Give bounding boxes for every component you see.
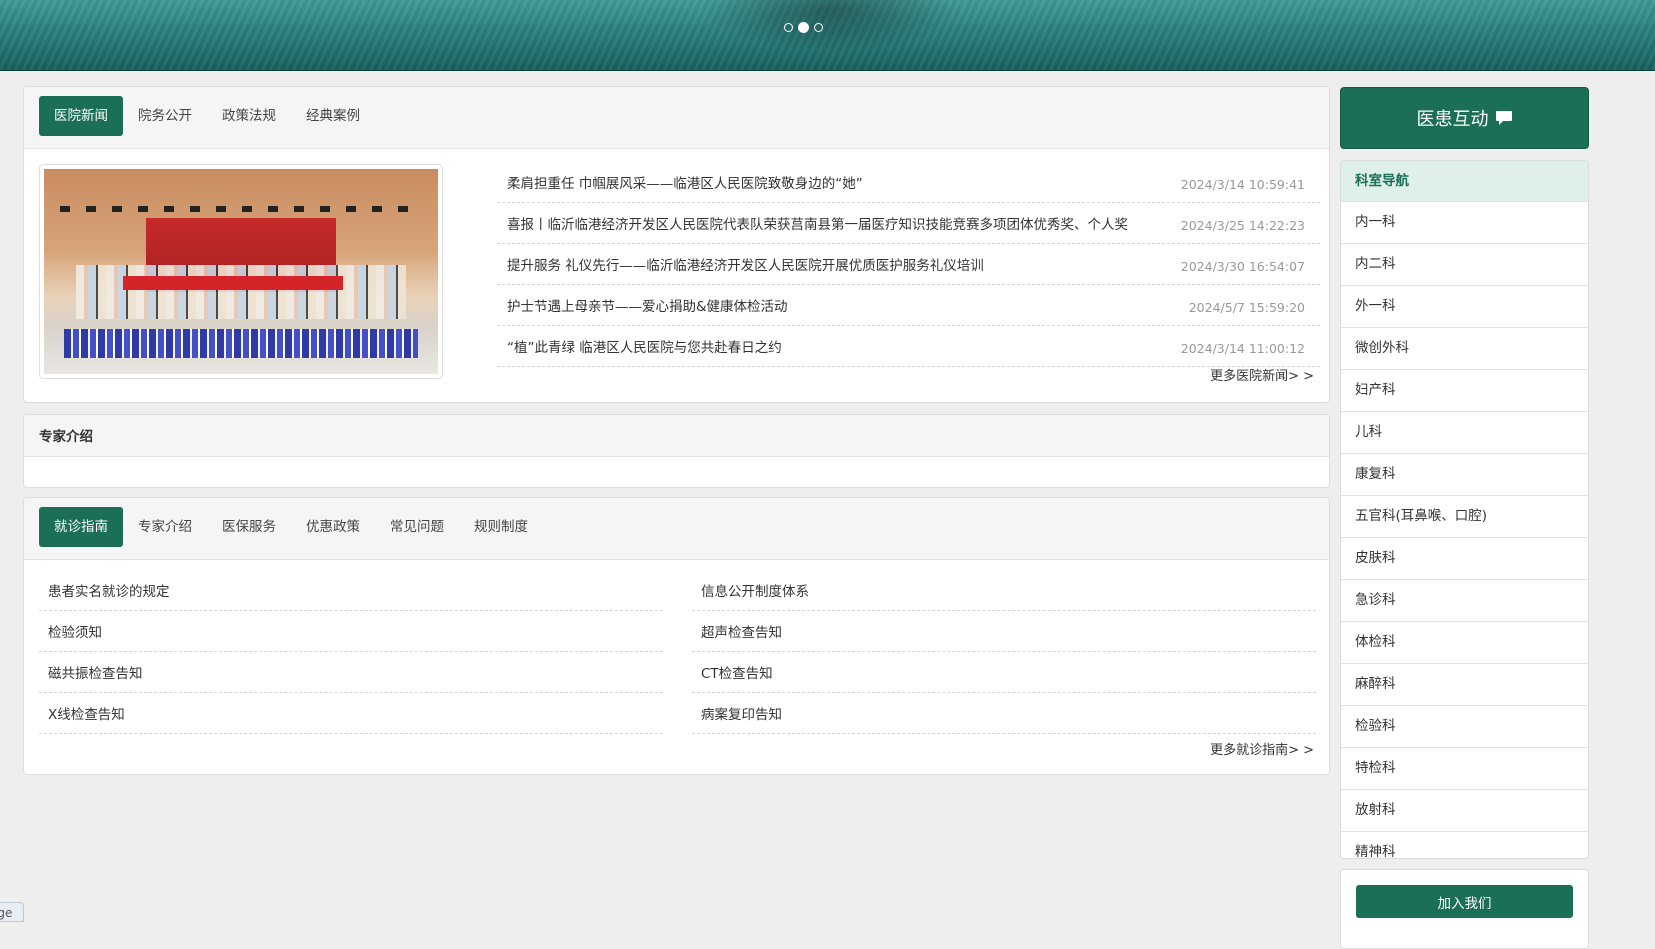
more-news-link[interactable]: 更多医院新闻> > [1210,365,1314,384]
join-us-box: 加入我们 [1340,869,1589,949]
news-tabs-bar: 医院新闻 院务公开 政策法规 经典案例 [24,87,1329,149]
tab-hospital-affairs[interactable]: 院务公开 [123,96,207,136]
news-title[interactable]: 柔肩担重任 巾帼展风采——临港区人民医院致敬身边的“她” [507,172,863,192]
news-title[interactable]: 提升服务 礼仪先行——临沂临港经济开发区人民医院开展优质医护服务礼仪培训 [507,254,984,274]
news-photo [44,169,438,374]
department-item[interactable]: 检验科 [1341,706,1588,748]
news-item[interactable]: 柔肩担重任 巾帼展风采——临港区人民医院致敬身边的“她” 2024/3/14 1… [497,162,1320,203]
department-item[interactable]: 儿科 [1341,412,1588,454]
patient-interaction-button[interactable]: 医患互动 [1340,87,1589,149]
department-item[interactable]: 急诊科 [1341,580,1588,622]
department-item[interactable]: 皮肤科 [1341,538,1588,580]
guide-item[interactable]: 检验须知 [39,611,663,652]
news-date: 2024/3/14 11:00:12 [1180,341,1305,356]
news-title[interactable]: 护士节遇上母亲节——爱心捐助&健康体检活动 [507,295,788,315]
news-item[interactable]: “植”此青绿 临港区人民医院与您共赴春日之约 2024/3/14 11:00:1… [497,326,1320,367]
tab-insurance-service[interactable]: 医保服务 [207,507,291,547]
carousel-dot-2[interactable] [798,22,809,33]
guide-list-right: 信息公开制度体系 超声检查告知 CT检查告知 病案复印告知 [692,570,1316,734]
news-date: 2024/3/30 16:54:07 [1180,259,1305,274]
guide-item[interactable]: 超声检查告知 [692,611,1316,652]
expert-panel: 专家介绍 [23,414,1330,488]
tab-faq[interactable]: 常见问题 [375,507,459,547]
tab-expert-intro[interactable]: 专家介绍 [123,507,207,547]
department-nav-title: 科室导航 [1341,161,1588,202]
news-list: 柔肩担重任 巾帼展风采——临港区人民医院致敬身边的“她” 2024/3/14 1… [497,162,1320,367]
guide-item[interactable]: 患者实名就诊的规定 [39,570,663,611]
guide-item[interactable]: 信息公开制度体系 [692,570,1316,611]
tab-visit-guide[interactable]: 就诊指南 [39,507,123,547]
news-date: 2024/3/25 14:22:23 [1180,218,1305,233]
tab-classic-cases[interactable]: 经典案例 [291,96,375,136]
expert-panel-header: 专家介绍 [24,415,1329,457]
news-item[interactable]: 提升服务 礼仪先行——临沂临港经济开发区人民医院开展优质医护服务礼仪培训 202… [497,244,1320,285]
department-item[interactable]: 康复科 [1341,454,1588,496]
carousel-indicators [784,22,823,33]
guide-item[interactable]: 磁共振检查告知 [39,652,663,693]
more-guide-link[interactable]: 更多就诊指南> > [1210,739,1314,758]
news-title[interactable]: 喜报丨临沂临港经济开发区人民医院代表队荣获莒南县第一届医疗知识技能竞赛多项团体优… [507,213,1128,233]
patient-interaction-label: 医患互动 [1416,109,1489,130]
news-date: 2024/3/14 10:59:41 [1180,177,1305,192]
department-item[interactable]: 精神科 [1341,832,1588,858]
guide-tabs-bar: 就诊指南 专家介绍 医保服务 优惠政策 常见问题 规则制度 [24,498,1329,560]
department-item[interactable]: 微创外科 [1341,328,1588,370]
page-corner-tab[interactable]: age [0,902,24,922]
join-us-button[interactable]: 加入我们 [1356,885,1573,918]
news-item[interactable]: 喜报丨临沂临港经济开发区人民医院代表队荣获莒南县第一届医疗知识技能竞赛多项团体优… [497,203,1320,244]
guide-list-left: 患者实名就诊的规定 检验须知 磁共振检查告知 X线检查告知 [39,570,663,734]
department-item[interactable]: 放射科 [1341,790,1588,832]
guide-panel: 就诊指南 专家介绍 医保服务 优惠政策 常见问题 规则制度 患者实名就诊的规定 … [23,497,1330,775]
guide-item[interactable]: X线检查告知 [39,693,663,734]
news-title[interactable]: “植”此青绿 临港区人民医院与您共赴春日之约 [507,336,782,356]
banner-carousel[interactable] [0,0,1655,71]
expert-panel-title: 专家介绍 [39,429,93,445]
department-item[interactable]: 体检科 [1341,622,1588,664]
tab-discount-policy[interactable]: 优惠政策 [291,507,375,547]
news-panel: 医院新闻 院务公开 政策法规 经典案例 柔肩担重任 巾帼展风采——临港区人民医院… [23,86,1330,403]
department-item[interactable]: 麻醉科 [1341,664,1588,706]
department-item[interactable]: 内一科 [1341,202,1588,244]
carousel-dot-1[interactable] [784,23,793,32]
news-feature-image[interactable] [39,164,443,379]
guide-item[interactable]: 病案复印告知 [692,693,1316,734]
department-item[interactable]: 外一科 [1341,286,1588,328]
department-item[interactable]: 五官科(耳鼻喉、口腔) [1341,496,1588,538]
carousel-dot-3[interactable] [814,23,823,32]
guide-item[interactable]: CT检查告知 [692,652,1316,693]
tab-policies[interactable]: 政策法规 [207,96,291,136]
tab-rules[interactable]: 规则制度 [459,507,543,547]
department-item[interactable]: 内二科 [1341,244,1588,286]
department-item[interactable]: 妇产科 [1341,370,1588,412]
news-date: 2024/5/7 15:59:20 [1188,300,1305,315]
news-item[interactable]: 护士节遇上母亲节——爱心捐助&健康体检活动 2024/5/7 15:59:20 [497,285,1320,326]
tab-hospital-news[interactable]: 医院新闻 [39,96,123,136]
department-item[interactable]: 特检科 [1341,748,1588,790]
department-nav: 科室导航 内一科 内二科 外一科 微创外科 妇产科 儿科 康复科 五官科(耳鼻喉… [1340,160,1589,859]
chat-bubble-icon [1495,111,1512,125]
